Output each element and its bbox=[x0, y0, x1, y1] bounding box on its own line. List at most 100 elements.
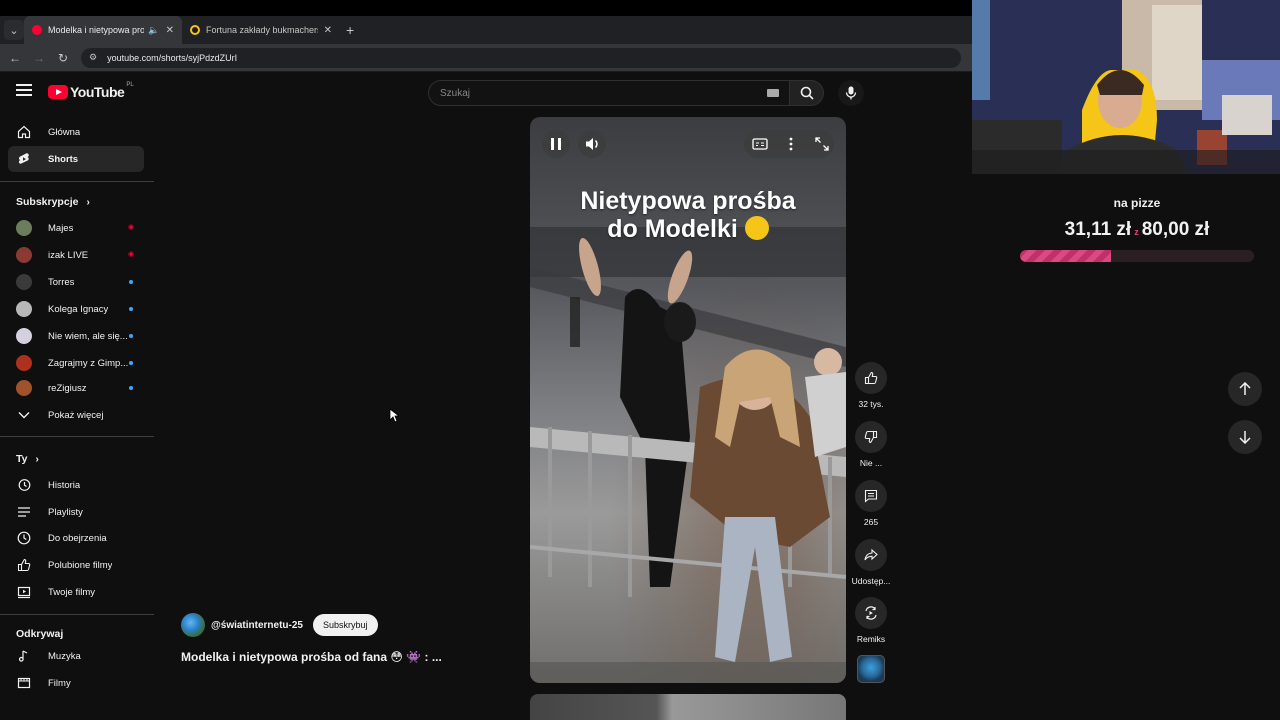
shorts-video-player[interactable]: Nietypowa prośba do Modelki bbox=[530, 117, 846, 683]
sidebar-item-subscription[interactable]: Zagrajmy z Gimp... bbox=[8, 350, 144, 376]
you-heading[interactable]: Ty › bbox=[16, 453, 39, 465]
search-button[interactable] bbox=[790, 80, 824, 106]
channel-info: @światinternetu-25 Subskrybuj bbox=[181, 613, 378, 637]
tab-fortuna[interactable]: Fortuna zakłady bukmacherskie ✕ bbox=[182, 16, 340, 44]
goal-separator: z bbox=[1134, 227, 1139, 237]
new-content-dot bbox=[129, 280, 133, 284]
show-more-button[interactable]: Pokaż więcej bbox=[8, 402, 144, 428]
tab-search-button[interactable]: ⌄ bbox=[4, 20, 24, 40]
youtube-logo[interactable]: YouTube PL bbox=[48, 82, 134, 100]
dislike-label: Nie ... bbox=[859, 458, 883, 468]
sidebar-item-subscription[interactable]: Kolega Ignacy bbox=[8, 296, 144, 322]
url-field[interactable]: ⚙ youtube.com/shorts/syjPdzdZUrI bbox=[81, 47, 961, 68]
sound-thumbnail[interactable] bbox=[857, 655, 885, 683]
sidebar-item-your-videos[interactable]: Twoje filmy bbox=[8, 579, 144, 605]
thumb-up-icon bbox=[864, 371, 878, 385]
comments-button[interactable]: 265 bbox=[851, 480, 891, 527]
subscriptions-heading[interactable]: Subskrypcje › bbox=[16, 196, 90, 208]
channel-avatar[interactable] bbox=[181, 613, 205, 637]
sidebar-item-home[interactable]: Główna bbox=[8, 119, 144, 145]
sidebar-item-history[interactable]: Historia bbox=[8, 472, 144, 498]
tab-title: Modelka i nietypowa prośba bbox=[48, 25, 145, 35]
sidebar-item-music[interactable]: Muzyka bbox=[8, 643, 144, 669]
goal-target: 80,00 zł bbox=[1141, 219, 1210, 240]
remix-button[interactable]: Remiks bbox=[851, 597, 891, 644]
channel-name[interactable]: @światinternetu-25 bbox=[211, 620, 303, 631]
like-button[interactable]: 32 tys. bbox=[851, 362, 891, 409]
volume-button[interactable] bbox=[578, 130, 606, 158]
pause-button[interactable] bbox=[542, 130, 570, 158]
sidebar-item-subscription[interactable]: reZigiusz bbox=[8, 375, 144, 401]
arrow-down-icon bbox=[1239, 431, 1251, 444]
you-heading-label: Ty bbox=[16, 453, 28, 465]
subscribe-button[interactable]: Subskrybuj bbox=[313, 614, 378, 636]
microphone-icon bbox=[845, 86, 857, 100]
chevron-right-icon: › bbox=[35, 453, 39, 465]
share-button[interactable]: Udostęp... bbox=[851, 539, 891, 586]
previous-short-button[interactable] bbox=[1228, 372, 1262, 406]
captions-button[interactable] bbox=[749, 133, 771, 155]
site-info-icon[interactable]: ⚙ bbox=[89, 52, 97, 63]
close-tab-icon[interactable]: ✕ bbox=[166, 25, 174, 36]
next-short-preview[interactable] bbox=[530, 694, 846, 720]
avatar bbox=[16, 380, 32, 396]
sidebar-item-label: Polubione filmy bbox=[48, 559, 113, 571]
sidebar-item-subscription[interactable]: izak LIVE ◉ bbox=[8, 242, 144, 268]
volume-icon bbox=[586, 138, 598, 150]
new-tab-icon[interactable]: + bbox=[346, 22, 354, 38]
sidebar-item-label: Filmy bbox=[48, 677, 71, 689]
speaker-icon[interactable]: 🔈 bbox=[148, 25, 159, 36]
youtube-play-icon bbox=[48, 85, 68, 99]
sidebar-item-label: Do obejrzenia bbox=[48, 532, 107, 544]
goal-progress-bar bbox=[1020, 250, 1254, 262]
sidebar-divider bbox=[0, 614, 154, 615]
keyboard-icon[interactable] bbox=[767, 89, 779, 97]
sidebar-item-movies[interactable]: Filmy bbox=[8, 670, 144, 696]
menu-icon[interactable] bbox=[16, 84, 32, 96]
forward-icon[interactable]: → bbox=[27, 51, 51, 65]
search-input[interactable]: Szukaj bbox=[428, 80, 790, 106]
close-tab-icon[interactable]: ✕ bbox=[324, 25, 332, 36]
streamer-webcam bbox=[972, 0, 1280, 174]
more-options-button[interactable] bbox=[780, 133, 802, 155]
share-icon bbox=[864, 548, 878, 561]
thumb-down-icon bbox=[864, 430, 878, 444]
dislike-button[interactable]: Nie ... bbox=[851, 421, 891, 468]
sidebar-item-shorts[interactable]: Shorts bbox=[8, 146, 144, 172]
video-title[interactable]: Modelka i nietypowa prośba od fana 😳 👾 :… bbox=[181, 650, 442, 664]
sidebar-item-label: Shorts bbox=[48, 153, 79, 165]
subscription-name: Zagrajmy z Gimp... bbox=[48, 357, 129, 369]
logo-text: YouTube bbox=[70, 84, 125, 100]
goal-progress-fill bbox=[1020, 250, 1112, 262]
shorts-icon bbox=[16, 151, 32, 167]
goal-current: 31,11 zł bbox=[1064, 219, 1132, 240]
tab-youtube[interactable]: Modelka i nietypowa prośba 🔈 ✕ bbox=[24, 16, 182, 44]
subscription-name: Torres bbox=[48, 276, 75, 288]
chevron-down-icon bbox=[16, 407, 32, 423]
sidebar-item-playlists[interactable]: Playlisty bbox=[8, 499, 144, 525]
movies-icon bbox=[16, 675, 32, 691]
avatar bbox=[16, 355, 32, 371]
next-short-button[interactable] bbox=[1228, 420, 1262, 454]
like-count: 32 tys. bbox=[858, 399, 884, 409]
show-more-label: Pokaż więcej bbox=[48, 409, 104, 421]
fullscreen-button[interactable] bbox=[811, 133, 833, 155]
sidebar-item-subscription[interactable]: Majes ◉ bbox=[8, 215, 144, 241]
playlist-icon bbox=[16, 504, 32, 520]
sidebar-item-liked-videos[interactable]: Polubione filmy bbox=[8, 552, 144, 578]
sidebar-item-subscription[interactable]: Nie wiem, ale się... bbox=[8, 323, 144, 349]
new-content-dot bbox=[129, 386, 133, 390]
reload-icon[interactable]: ↻ bbox=[51, 51, 75, 65]
mouse-cursor-icon bbox=[389, 408, 399, 423]
sidebar-item-subscription[interactable]: Torres bbox=[8, 269, 144, 295]
sidebar-item-label: Główna bbox=[48, 126, 81, 138]
avatar bbox=[16, 274, 32, 290]
back-icon[interactable]: ← bbox=[3, 51, 27, 65]
pause-icon bbox=[551, 138, 561, 150]
subscription-name: Nie wiem, ale się... bbox=[48, 330, 128, 342]
new-content-dot bbox=[129, 361, 133, 365]
search-placeholder: Szukaj bbox=[440, 87, 471, 99]
live-indicator-icon: ◉ bbox=[128, 224, 135, 231]
voice-search-button[interactable] bbox=[838, 80, 864, 106]
sidebar-item-watch-later[interactable]: Do obejrzenia bbox=[8, 525, 144, 551]
